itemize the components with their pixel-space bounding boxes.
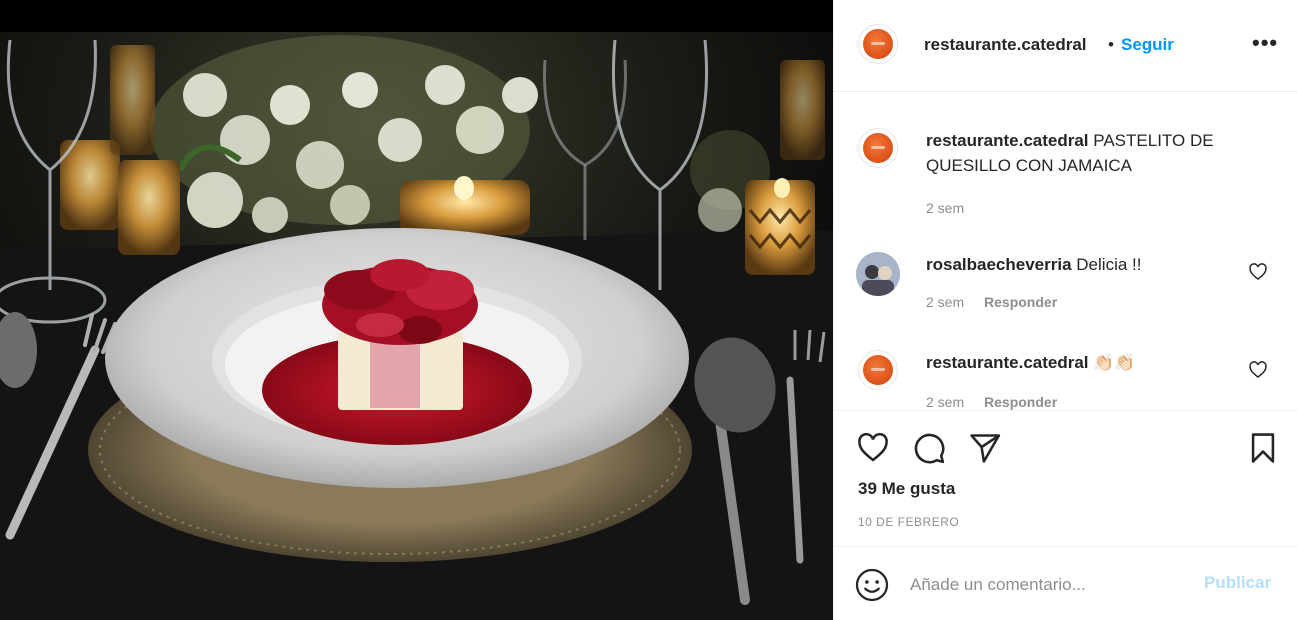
like-button[interactable] <box>854 429 892 467</box>
comment-button[interactable] <box>910 429 948 467</box>
share-button[interactable] <box>966 429 1004 467</box>
comment-icon <box>914 433 945 464</box>
author-avatar[interactable] <box>858 24 898 64</box>
post-date[interactable]: 10 DE FEBRERO <box>858 515 959 529</box>
smile-icon[interactable] <box>854 567 890 603</box>
comment-time[interactable]: 2 sem <box>926 394 964 410</box>
publish-button[interactable]: Publicar <box>1204 573 1271 593</box>
post-side-panel: restaurante.catedral • Seguir ••• restau… <box>833 0 1297 620</box>
post-header: restaurante.catedral • Seguir ••• <box>834 0 1297 92</box>
caption-text: restaurante.catedral PASTELITO DE QUESIL… <box>926 128 1266 178</box>
follow-button[interactable]: Seguir <box>1121 35 1174 55</box>
like-count[interactable]: 39 Me gusta <box>858 479 955 499</box>
comment-text: rosalbaecheverria Delicia !! <box>926 252 1266 277</box>
comment-time[interactable]: 2 sem <box>926 294 964 310</box>
author-avatar[interactable] <box>858 350 898 390</box>
post-actions: 39 Me gusta 10 DE FEBRERO <box>834 410 1297 546</box>
header-separator: • <box>1108 35 1114 54</box>
caption-time[interactable]: 2 sem <box>926 200 964 216</box>
comment-composer: Publicar <box>834 546 1297 620</box>
heart-icon[interactable] <box>1248 262 1268 282</box>
share-icon <box>970 434 1001 463</box>
caption-meta: 2 sem <box>926 200 980 216</box>
heart-icon[interactable] <box>1248 360 1268 380</box>
comments-list[interactable]: restaurante.catedral PASTELITO DE QUESIL… <box>834 92 1297 410</box>
caption-username[interactable]: restaurante.catedral <box>926 131 1089 150</box>
comment-username[interactable]: restaurante.catedral <box>926 353 1089 372</box>
more-icon[interactable]: ••• <box>1252 30 1278 56</box>
comment-input[interactable] <box>910 571 1190 599</box>
comment-username[interactable]: rosalbaecheverria <box>926 255 1072 274</box>
comment-text: restaurante.catedral 👏🏻👏🏻 <box>926 350 1266 375</box>
avatar-photo <box>856 252 900 296</box>
avatar[interactable] <box>856 252 900 296</box>
comment-meta: 2 sem Responder <box>926 394 1073 410</box>
comment-body: Delicia !! <box>1076 255 1142 274</box>
dessert-photo-illustration <box>0 0 833 620</box>
reply-button[interactable]: Responder <box>984 294 1057 310</box>
post-photo[interactable] <box>0 0 833 620</box>
author-username[interactable]: restaurante.catedral <box>924 35 1087 55</box>
bookmark-icon <box>1251 433 1275 463</box>
author-avatar[interactable] <box>858 128 898 168</box>
reply-button[interactable]: Responder <box>984 394 1057 410</box>
save-button[interactable] <box>1244 429 1282 467</box>
comment-body: 👏🏻👏🏻 <box>1093 353 1136 372</box>
heart-icon <box>858 432 888 462</box>
comment-meta: 2 sem Responder <box>926 294 1073 310</box>
